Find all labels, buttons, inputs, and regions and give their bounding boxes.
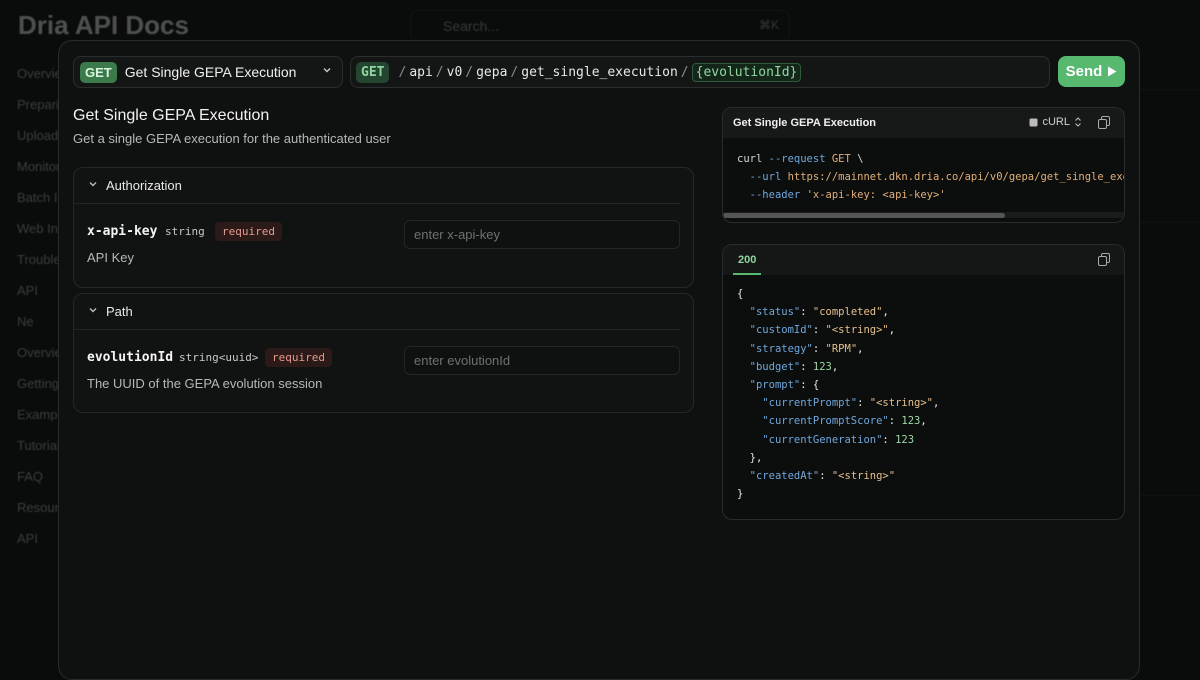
response-panel: 200 { "status": "completed", "customId":… bbox=[722, 244, 1125, 520]
request-panel-title: Get Single GEPA Execution bbox=[733, 117, 876, 129]
json-value: 123 bbox=[895, 434, 914, 446]
authorization-section: Authorization x-api-key string required … bbox=[73, 167, 694, 288]
url-method-badge: GET bbox=[356, 62, 389, 83]
url-path-param[interactable]: {evolutionId} bbox=[692, 63, 802, 82]
divider bbox=[1140, 222, 1200, 223]
chevron-down-icon bbox=[322, 64, 332, 78]
send-button[interactable]: Send bbox=[1058, 56, 1125, 87]
divider bbox=[1140, 495, 1200, 496]
play-icon bbox=[1107, 66, 1117, 77]
search-shortcut: ⌘K bbox=[759, 18, 779, 32]
endpoint-select-label: Get Single GEPA Execution bbox=[125, 64, 297, 80]
response-json-block: { "status": "completed", "customId": "<s… bbox=[723, 275, 1124, 515]
authorization-heading: Authorization bbox=[106, 178, 182, 193]
request-code-panel: Get Single GEPA Execution cURL curl --re… bbox=[722, 107, 1125, 223]
url-slash: / bbox=[436, 65, 444, 80]
json-value: "<string>" bbox=[870, 397, 933, 409]
param-name: x-api-key bbox=[87, 224, 157, 239]
param-name: evolutionId bbox=[87, 350, 173, 365]
endpoint-title: Get Single GEPA Execution bbox=[73, 107, 269, 125]
curl-code-block: curl --request GET \ --url https://mainn… bbox=[723, 138, 1124, 212]
param-description: The UUID of the GEPA evolution session bbox=[87, 376, 322, 391]
url-slash: / bbox=[510, 65, 518, 80]
url-slash: / bbox=[681, 65, 689, 80]
json-value: "completed" bbox=[813, 306, 883, 318]
api-playground-modal: GET Get Single GEPA Execution GET / api … bbox=[58, 40, 1140, 680]
request-panel-header: Get Single GEPA Execution cURL bbox=[723, 108, 1124, 138]
required-badge: required bbox=[265, 348, 332, 367]
json-value: "RPM" bbox=[826, 343, 858, 355]
terminal-icon bbox=[1029, 118, 1038, 127]
evolution-id-input[interactable] bbox=[404, 346, 680, 375]
param-row: x-api-key string required API Key bbox=[74, 204, 693, 290]
path-heading: Path bbox=[106, 304, 133, 319]
url-slash: / bbox=[398, 65, 406, 80]
code-token: --url bbox=[750, 171, 782, 183]
param-description: API Key bbox=[87, 250, 134, 265]
endpoint-select[interactable]: GET Get Single GEPA Execution bbox=[73, 56, 343, 88]
param-type: string bbox=[165, 225, 205, 238]
json-value: 123 bbox=[901, 415, 920, 427]
code-token: \ bbox=[857, 153, 863, 165]
divider bbox=[1140, 89, 1200, 90]
language-select[interactable]: cURL bbox=[1029, 116, 1082, 128]
url-segment: v0 bbox=[447, 65, 463, 80]
json-value: "<string>" bbox=[832, 470, 895, 482]
param-row: evolutionId string<uuid> required The UU… bbox=[74, 330, 693, 416]
code-token: GET bbox=[832, 153, 851, 165]
scrollbar-thumb[interactable] bbox=[723, 213, 1005, 218]
url-bar[interactable]: GET / api / v0 / gepa / get_single_execu… bbox=[350, 56, 1050, 88]
x-api-key-input[interactable] bbox=[404, 220, 680, 249]
horizontal-scrollbar[interactable] bbox=[723, 212, 1124, 218]
docs-search-placeholder: Search... bbox=[443, 18, 499, 34]
method-badge: GET bbox=[80, 62, 117, 83]
chevron-down-icon bbox=[88, 305, 98, 318]
chevron-updown-icon bbox=[1074, 117, 1082, 127]
url-segment: gepa bbox=[476, 65, 507, 80]
authorization-header[interactable]: Authorization bbox=[74, 168, 680, 204]
status-tab-200[interactable]: 200 bbox=[733, 245, 761, 275]
chevron-down-icon bbox=[88, 179, 98, 192]
url-segment: get_single_execution bbox=[521, 65, 678, 80]
path-header[interactable]: Path bbox=[74, 294, 680, 330]
copy-icon[interactable] bbox=[1098, 116, 1110, 129]
code-token: --request bbox=[769, 153, 826, 165]
send-label: Send bbox=[1066, 63, 1103, 80]
language-label: cURL bbox=[1042, 116, 1070, 128]
url-segment: api bbox=[409, 65, 432, 80]
code-token: --header bbox=[750, 189, 801, 201]
docs-search-bar[interactable]: Search... ⌘K bbox=[410, 10, 790, 42]
required-badge: required bbox=[215, 222, 282, 241]
response-panel-header: 200 bbox=[723, 245, 1124, 275]
copy-icon[interactable] bbox=[1098, 253, 1110, 266]
param-type: string<uuid> bbox=[179, 351, 258, 364]
endpoint-description: Get a single GEPA execution for the auth… bbox=[73, 131, 391, 146]
url-slash: / bbox=[465, 65, 473, 80]
code-token: 'x-api-key: <api-key>' bbox=[807, 189, 946, 201]
path-section: Path evolutionId string<uuid> required T… bbox=[73, 293, 694, 413]
code-token: https://mainnet.dkn.dria.co/api/v0/gepa/… bbox=[788, 171, 1125, 183]
code-token: curl bbox=[737, 153, 762, 165]
json-value: "<string>" bbox=[826, 324, 889, 336]
docs-title: Dria API Docs bbox=[18, 10, 189, 41]
json-value: 123 bbox=[813, 361, 832, 373]
